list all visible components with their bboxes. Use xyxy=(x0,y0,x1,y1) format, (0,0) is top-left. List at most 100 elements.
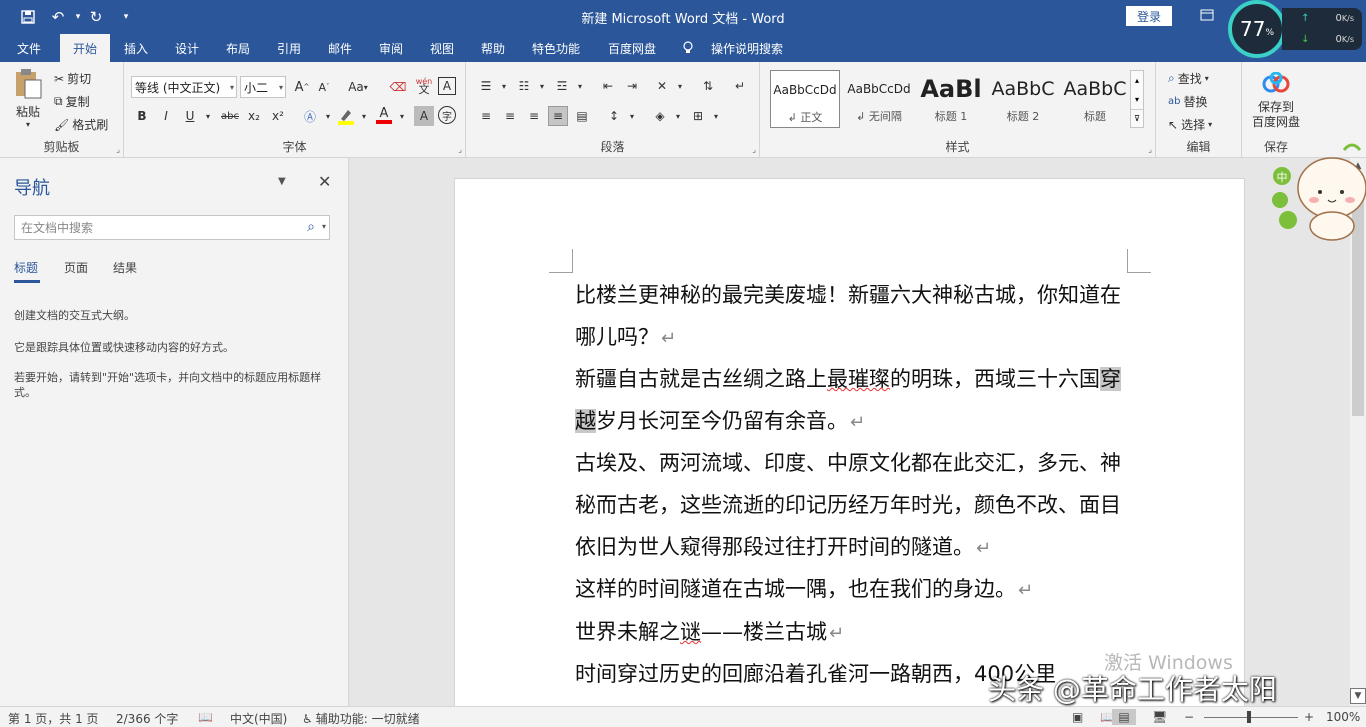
tab-home[interactable]: 开始 xyxy=(60,34,110,62)
strikethrough-button[interactable]: abc xyxy=(220,106,240,126)
nav-tab-pages[interactable]: 页面 xyxy=(64,259,88,276)
numbering-icon[interactable]: ☷ xyxy=(514,76,534,96)
align-left-icon[interactable]: ≡ xyxy=(476,106,496,126)
tab-help[interactable]: 帮助 xyxy=(471,34,515,62)
clear-format-icon[interactable]: ⌫ xyxy=(388,77,408,97)
nav-search-input[interactable]: 在文档中搜索 ⌕ ▾ xyxy=(14,215,330,240)
styles-launcher-icon[interactable]: ⌟ xyxy=(1148,145,1152,154)
ribbon-display-options-icon[interactable] xyxy=(1196,4,1218,26)
distributed-icon[interactable]: ▤ xyxy=(572,106,592,126)
font-launcher-icon[interactable]: ⌟ xyxy=(458,145,462,154)
shading-icon[interactable]: ◈ xyxy=(650,106,670,126)
chevron-down-icon[interactable]: ▾ xyxy=(322,222,326,231)
document-page[interactable]: 比楼兰更神秘的最完美废墟！新疆六大神秘古城，你知道在哪儿吗？ ↵ 新疆自古就是古丝… xyxy=(454,178,1245,706)
page-count[interactable]: 第 1 页，共 1 页 xyxy=(8,710,99,727)
find-button[interactable]: ⌕ 查找 ▾ xyxy=(1168,70,1209,87)
style-title[interactable]: AaBbC 标题 xyxy=(1060,70,1130,128)
text-effects-dropdown-icon[interactable]: ▾ xyxy=(318,106,338,126)
show-marks-icon[interactable]: ↵ xyxy=(730,76,750,96)
chinese-layout-dropdown-icon[interactable]: ▾ xyxy=(670,76,690,96)
tab-review[interactable]: 审阅 xyxy=(369,34,413,62)
font-color-dropdown-icon[interactable]: ▾ xyxy=(392,106,412,126)
grow-font-button[interactable]: A ^ xyxy=(292,77,312,97)
font-size-combo[interactable]: 小二 ▾ xyxy=(240,76,286,98)
underline-dropdown-icon[interactable]: ▾ xyxy=(198,106,218,126)
login-button[interactable]: 登录 xyxy=(1126,6,1172,26)
paste-dropdown-icon[interactable]: ▾ xyxy=(10,120,46,129)
shrink-font-button[interactable]: Aˇ xyxy=(314,77,334,97)
sort-icon[interactable]: ⇅ xyxy=(698,76,718,96)
align-right-icon[interactable]: ≡ xyxy=(524,106,544,126)
tab-view[interactable]: 视图 xyxy=(420,34,464,62)
network-speed-widget[interactable]: 77 % ↑ 0K/s ↓ 0K/s xyxy=(1228,0,1366,60)
nav-options-icon[interactable]: ▼ xyxy=(278,176,286,187)
align-center-icon[interactable]: ≡ xyxy=(500,106,520,126)
accessibility-status[interactable]: ♿ 辅助功能: 一切就绪 xyxy=(302,710,420,727)
language-indicator[interactable]: 中文(中国) xyxy=(230,710,287,727)
tab-mailings[interactable]: 邮件 xyxy=(318,34,362,62)
font-color-icon[interactable]: A xyxy=(374,106,394,126)
numbering-dropdown-icon[interactable]: ▾ xyxy=(532,76,552,96)
replace-button[interactable]: ab 替换 xyxy=(1168,93,1208,110)
copy-button[interactable]: ⧉ 复制 xyxy=(54,93,90,110)
increase-indent-icon[interactable]: ⇥ xyxy=(622,76,642,96)
web-layout-icon[interactable]: 🖥 xyxy=(1152,710,1167,724)
save-icon[interactable] xyxy=(16,6,40,28)
justify-icon[interactable]: ≡ xyxy=(548,106,568,126)
style-heading-1[interactable]: AaBl 标题 1 xyxy=(916,70,986,128)
style-normal[interactable]: AaBbCcDd ↲ 正文 xyxy=(770,70,840,128)
change-case-button[interactable]: Aa ▾ xyxy=(342,77,374,97)
italic-button[interactable]: I xyxy=(156,106,176,126)
borders-dropdown-icon[interactable]: ▾ xyxy=(706,106,726,126)
styles-more-icon[interactable]: ⊽ xyxy=(1131,109,1143,127)
multilevel-list-icon[interactable]: ☲ xyxy=(552,76,572,96)
bold-button[interactable]: B xyxy=(132,106,152,126)
zoom-slider-thumb[interactable] xyxy=(1247,711,1251,723)
paste-button[interactable]: 粘贴 ▾ xyxy=(10,68,46,130)
scroll-down-icon[interactable]: ▼ xyxy=(1350,688,1366,704)
tab-references[interactable]: 引用 xyxy=(267,34,311,62)
underline-button[interactable]: U xyxy=(180,106,200,126)
cut-button[interactable]: ✂ 剪切 xyxy=(54,70,91,87)
save-to-baidu-button[interactable]: 保存到 百度网盘 xyxy=(1244,71,1308,130)
styles-down-icon[interactable]: ▾ xyxy=(1131,90,1143,109)
document-body[interactable]: 比楼兰更神秘的最完美废墟！新疆六大神秘古城，你知道在哪儿吗？ ↵ 新疆自古就是古丝… xyxy=(575,275,1135,696)
tab-insert[interactable]: 插入 xyxy=(114,34,158,62)
phonetic-guide-button[interactable]: wén 文 xyxy=(414,76,434,96)
bullets-icon[interactable]: ☰ xyxy=(476,76,496,96)
chinese-layout-icon[interactable]: ✕ xyxy=(652,76,672,96)
proofing-icon[interactable]: 📖 xyxy=(198,710,213,724)
tab-baidu-netdisk[interactable]: 百度网盘 xyxy=(600,34,664,62)
paragraph-launcher-icon[interactable]: ⌟ xyxy=(752,145,756,154)
line-spacing-dropdown-icon[interactable]: ▾ xyxy=(622,106,642,126)
highlight-icon[interactable] xyxy=(336,106,356,126)
ime-mascot[interactable]: 中 xyxy=(1270,140,1366,250)
text-effects-icon[interactable]: Ⓐ xyxy=(300,106,320,126)
style-heading-2[interactable]: AaBbC 标题 2 xyxy=(988,70,1058,128)
decrease-indent-icon[interactable]: ⇤ xyxy=(598,76,618,96)
tab-layout[interactable]: 布局 xyxy=(216,34,260,62)
focus-mode-icon[interactable]: ▣ xyxy=(1072,710,1083,724)
tab-design[interactable]: 设计 xyxy=(165,34,209,62)
tab-featured[interactable]: 特色功能 xyxy=(524,34,588,62)
customize-quick-access-icon[interactable]: ▾ xyxy=(114,6,138,28)
select-button[interactable]: ↖ 选择 ▾ xyxy=(1168,116,1212,133)
character-shading-icon[interactable]: A xyxy=(414,106,434,126)
superscript-button[interactable]: x² xyxy=(268,106,288,126)
document-area[interactable]: 比楼兰更神秘的最完美废墟！新疆六大神秘古城，你知道在哪儿吗？ ↵ 新疆自古就是古丝… xyxy=(350,158,1350,706)
word-count[interactable]: 2/366 个字 xyxy=(116,710,178,727)
zoom-out-button[interactable]: − xyxy=(1184,710,1194,724)
zoom-level[interactable]: 100% xyxy=(1326,710,1360,724)
format-painter-button[interactable]: 🖌 格式刷 xyxy=(54,116,108,133)
multilevel-dropdown-icon[interactable]: ▾ xyxy=(570,76,590,96)
bullets-dropdown-icon[interactable]: ▾ xyxy=(494,76,514,96)
font-name-combo[interactable]: 等线 (中文正文) ▾ xyxy=(131,76,237,98)
search-icon[interactable]: ⌕ xyxy=(307,219,315,235)
nav-tab-results[interactable]: 结果 xyxy=(113,259,137,276)
styles-up-icon[interactable]: ▴ xyxy=(1131,71,1143,90)
tell-me-search[interactable]: 操作说明搜索 xyxy=(702,34,792,62)
nav-tab-headings[interactable]: 标题 xyxy=(14,259,38,276)
print-layout-icon[interactable]: ▤ xyxy=(1112,709,1136,725)
borders-icon[interactable]: ⊞ xyxy=(688,106,708,126)
tab-file[interactable]: 文件 xyxy=(6,34,52,62)
